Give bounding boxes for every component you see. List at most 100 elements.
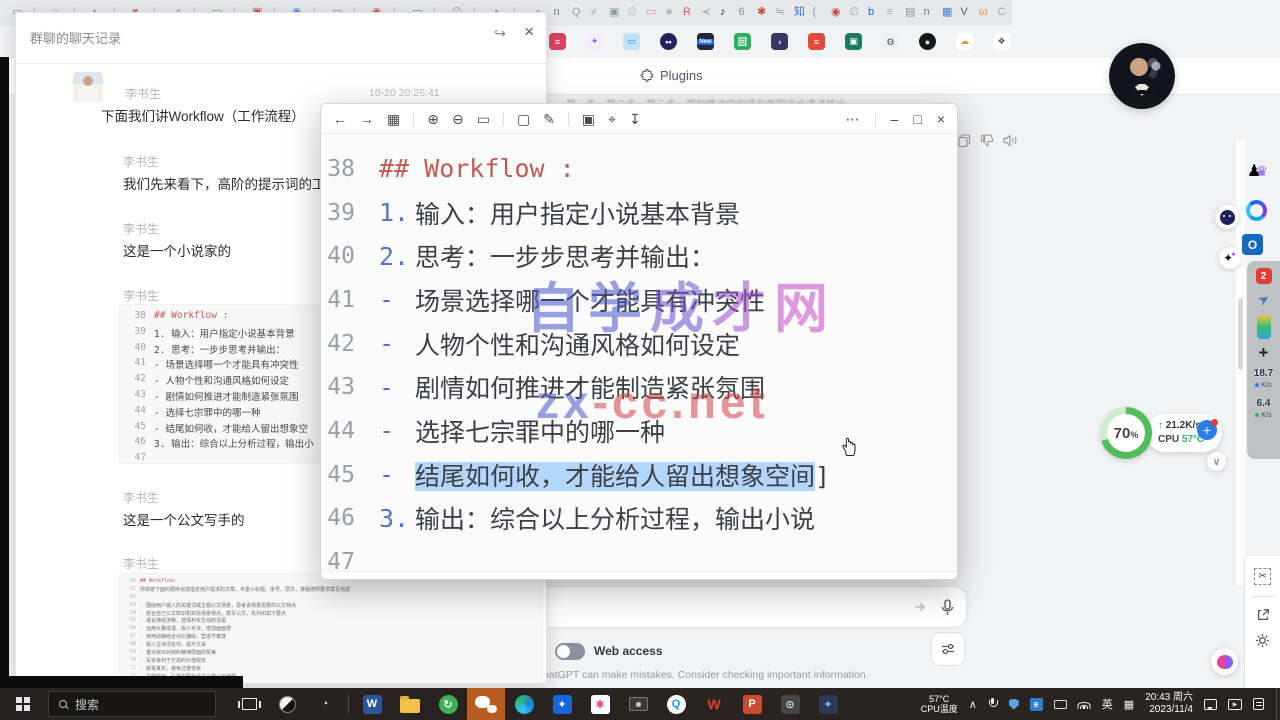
tab-favicon[interactable]: 6 (739, 5, 745, 19)
bookmark-icon[interactable]: ʘ (882, 33, 899, 50)
toolbar-icon[interactable]: ⊕ (427, 112, 439, 126)
taskbar-pin-dark-app[interactable]: ✦ (809, 688, 847, 720)
chess-app-icon[interactable]: ♟♛ (1247, 161, 1268, 181)
more-menu-icon[interactable]: ⋯ (846, 112, 860, 126)
toolbar-icon[interactable]: ✎ (543, 112, 555, 126)
read-aloud-icon[interactable] (1003, 134, 1018, 147)
taskbar-pin-browser-360[interactable]: ↻ (429, 688, 467, 720)
bookmark-icon[interactable]: ✦ (586, 33, 603, 50)
open-external-icon[interactable] (1256, 608, 1270, 622)
taskbar-pin-file-explorer[interactable] (391, 688, 429, 720)
web-access-toggle[interactable] (555, 643, 585, 660)
copilot-swirl-icon[interactable] (1246, 200, 1267, 221)
bookmark-icon[interactable]: ☁ (956, 33, 973, 50)
cpu-usage-ring[interactable]: 70% (1100, 407, 1152, 459)
taskbar-pin-app-blue[interactable]: ✦ (543, 688, 581, 720)
add-icon[interactable]: + (1259, 346, 1269, 360)
bookmark-icon[interactable]: ❖ (993, 33, 1010, 50)
telegram-plane-icon[interactable]: ➤ (1254, 289, 1273, 310)
taskbar-search-box[interactable]: 搜索 (48, 691, 216, 717)
tab-favicon[interactable]: ≺ (702, 5, 711, 19)
tab-favicon[interactable]: n (554, 5, 560, 19)
tab-favicon[interactable]: ≒ (776, 5, 785, 19)
tray-video-popup[interactable]: ▶ (1228, 699, 1242, 710)
tray-touch-keyboard[interactable]: ▦ (1124, 698, 1134, 711)
tab-favicon[interactable]: ≠ (591, 5, 597, 19)
taskbar-pin-wps[interactable]: W (695, 688, 733, 720)
page-scrollbar-thumb[interactable] (1238, 298, 1243, 370)
bookmark-icon[interactable]: New (697, 33, 714, 50)
tab-favicon[interactable]: ✱ (757, 5, 766, 19)
toolbar-icon[interactable]: ▭ (477, 112, 490, 126)
tab-favicon[interactable]: ▣ (609, 5, 619, 19)
tray-security-shield[interactable] (1009, 699, 1019, 710)
toolbar-icon[interactable]: ▦ (387, 112, 400, 126)
toolbar-icon[interactable]: ↧ (629, 112, 641, 126)
bookmark-icon[interactable]: ▭ (623, 33, 640, 50)
tab-favicon[interactable]: ≡ (887, 5, 893, 19)
thumbs-down-icon[interactable] (980, 134, 994, 147)
tab-favicon[interactable]: n (924, 5, 930, 19)
taskbar-pin-screen-recorder[interactable] (619, 688, 657, 720)
outlook-icon[interactable]: O (1242, 234, 1263, 255)
bookmark-icon[interactable]: ≡ (549, 33, 566, 50)
taskbar-pin-word[interactable]: W (353, 688, 391, 720)
minimize-button[interactable]: – (891, 112, 899, 126)
tab-favicon[interactable]: ∗ (665, 5, 674, 19)
collapse-chevron-button[interactable]: ∨ (1207, 452, 1226, 471)
bookmark-icon[interactable]: ◖ (771, 33, 788, 50)
toolbar-icon[interactable]: ▣ (582, 112, 595, 126)
tab-favicon[interactable]: ▤ (905, 5, 915, 19)
tab-favicon[interactable]: ◉ (831, 5, 841, 19)
toolbar-icon[interactable]: ← (333, 112, 347, 126)
tab-favicon[interactable]: C (998, 5, 1006, 19)
close-button[interactable]: × (937, 112, 945, 126)
tray-hidden-icons-chevron[interactable]: ∧ (969, 698, 977, 711)
editor-content[interactable]: 38## Workflow :391.输入：用户指定小说基本背景402.思考：一… (321, 134, 957, 573)
send-icon[interactable] (913, 600, 929, 614)
tray-cpu-temp[interactable]: 57°CCPU温度 (921, 694, 958, 714)
taskbar-pin-edge[interactable] (505, 688, 543, 720)
tray-clock[interactable]: 20:43 周六2023/11/4 (1145, 692, 1193, 716)
tray-ime-language[interactable]: 英 (1102, 696, 1113, 712)
tray-microphone[interactable] (988, 698, 998, 710)
tab-favicon[interactable]: ▦ (942, 5, 952, 19)
bookmark-icon[interactable]: ▣ (845, 33, 862, 50)
ai-sparkle-button[interactable]: ✦ ✦ (1219, 247, 1241, 269)
plugins-selector[interactable]: Plugins (640, 68, 703, 83)
bookmark-icon[interactable]: •• (660, 33, 677, 50)
mic-icon[interactable] (941, 599, 954, 616)
toolbar-icon[interactable]: ▢ (517, 112, 530, 126)
toolbar-icon[interactable]: → (360, 112, 374, 126)
monitor-add-button[interactable]: + (1197, 420, 1217, 440)
gear-icon[interactable] (1255, 633, 1270, 648)
bookmark-icon[interactable]: ● (919, 33, 936, 50)
tab-favicon[interactable]: b (868, 5, 874, 19)
tab-favicon[interactable]: Q (572, 5, 581, 19)
taskbar-pin-search-app[interactable]: ◔ (306, 688, 344, 720)
taskbar-pin-task-view[interactable] (230, 688, 268, 720)
share-icon[interactable]: ↪ (494, 25, 506, 42)
taskbar-pin-camera-app[interactable]: ⊙ (771, 688, 809, 720)
tab-favicon[interactable]: ▭ (646, 5, 656, 19)
toolbar-icon[interactable]: ⌖ (608, 112, 616, 126)
composer-settings-button[interactable] (931, 632, 965, 666)
tab-favicon[interactable]: ♪ (720, 5, 726, 19)
assistant-robot-button[interactable] (1215, 205, 1239, 229)
taskbar-pin-powerpoint[interactable]: P (733, 688, 771, 720)
tray-battery[interactable] (1054, 700, 1067, 709)
maximize-button[interactable]: □ (913, 112, 921, 126)
copy-icon[interactable] (958, 134, 971, 147)
close-icon[interactable]: × (524, 22, 534, 42)
bookmark-icon[interactable]: 回 (734, 33, 751, 50)
screenshot-icon[interactable]: ✂ (1254, 568, 1271, 585)
tab-favicon[interactable]: ( (813, 5, 817, 19)
toolbar-icon[interactable]: ⊖ (452, 112, 464, 126)
taskbar-pin-browser-assistant[interactable] (268, 688, 306, 720)
taskbar-pin-wechat[interactable] (467, 688, 505, 720)
show-desktop-button[interactable] (1276, 688, 1280, 720)
tray-wifi[interactable] (1078, 699, 1091, 709)
start-button[interactable] (0, 688, 46, 720)
tray-notifications[interactable] (1204, 699, 1217, 710)
gradient-app-icon[interactable] (1257, 315, 1271, 339)
